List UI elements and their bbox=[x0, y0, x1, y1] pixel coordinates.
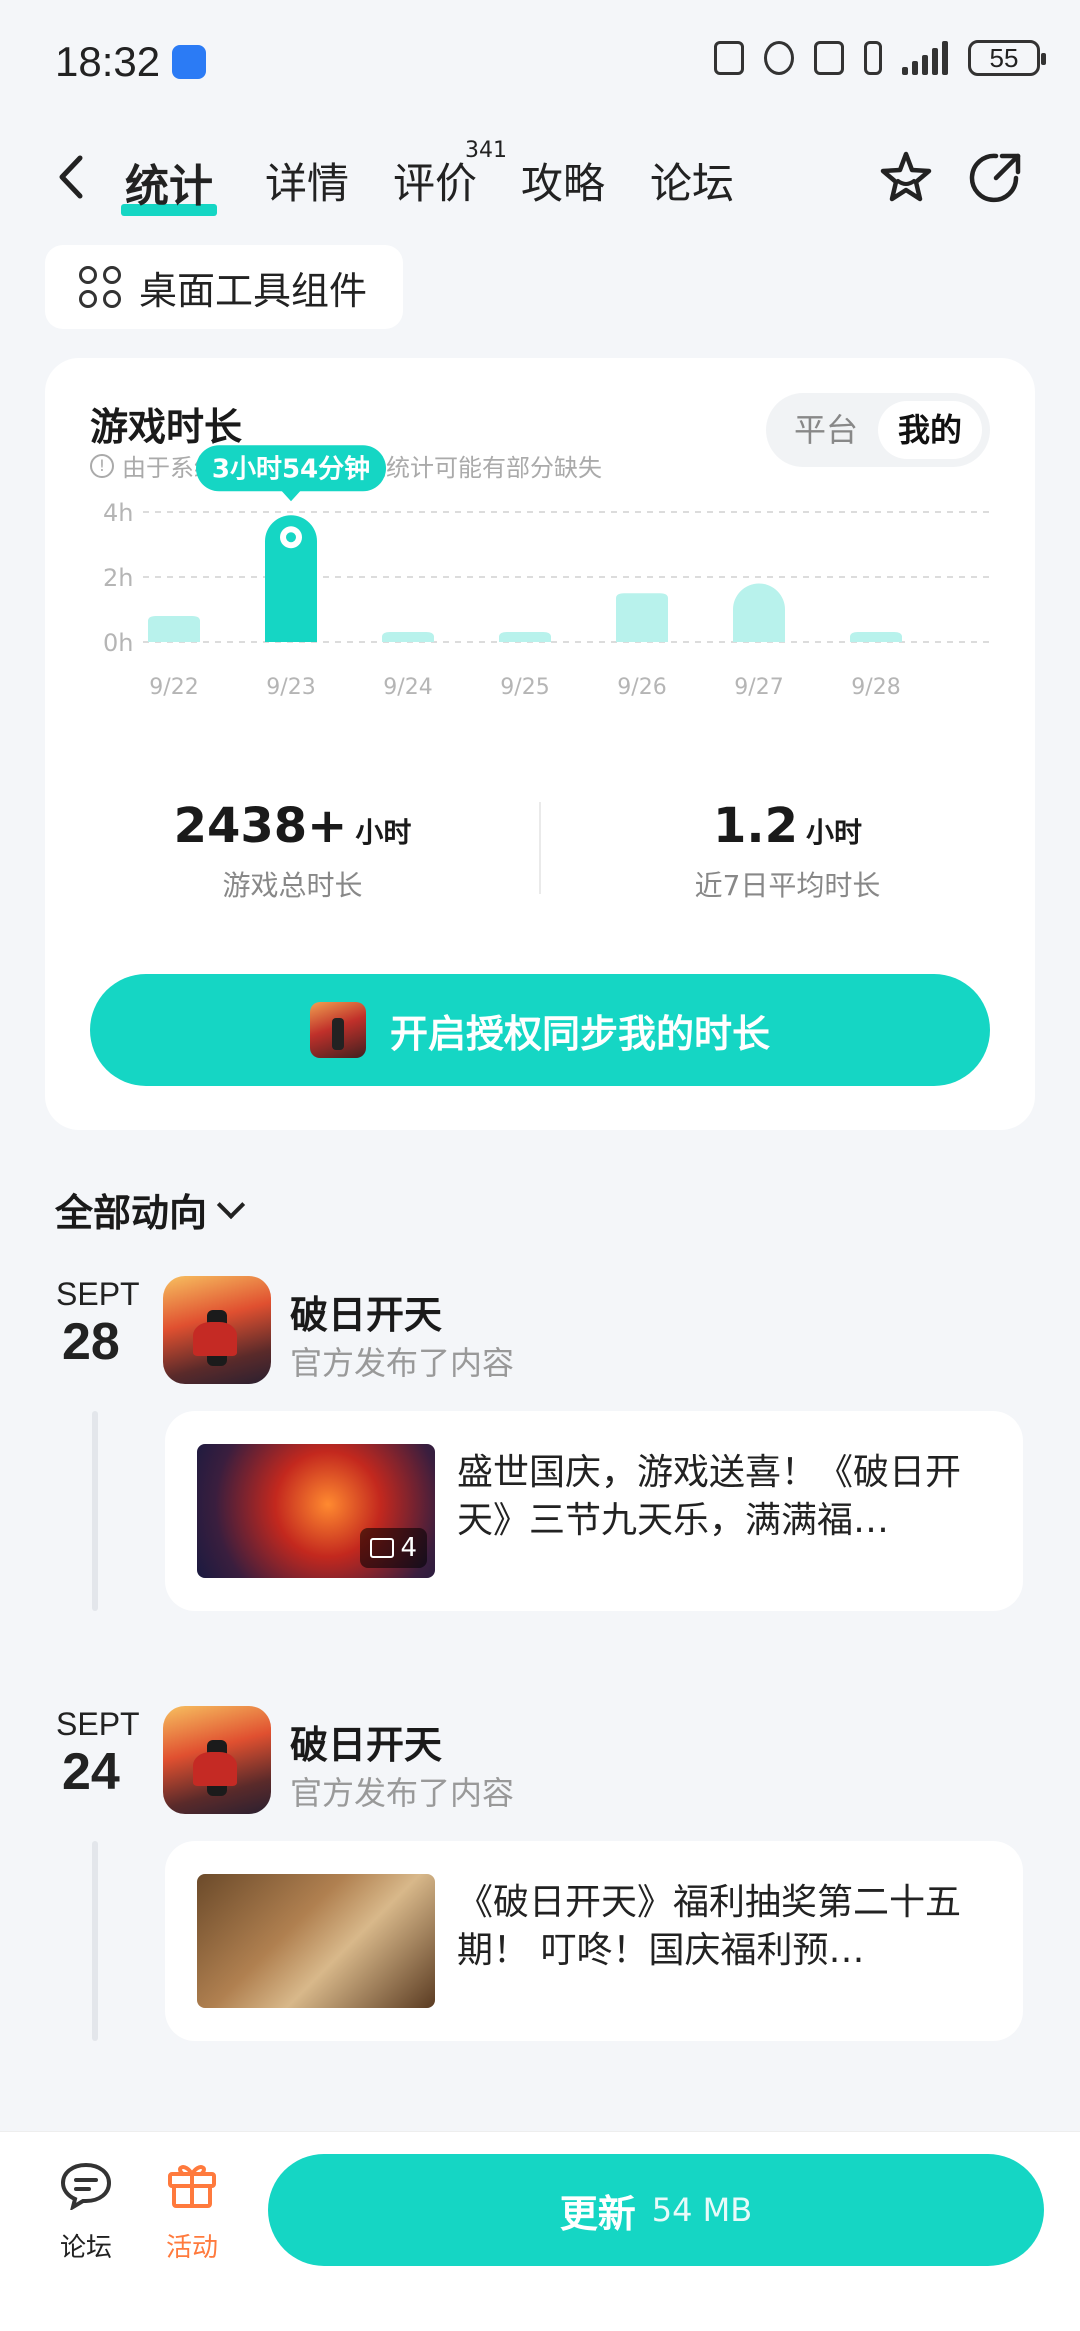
update-size: 54 MB bbox=[651, 2191, 753, 2229]
game-icon-small bbox=[309, 1002, 366, 1058]
chart-tooltip-pointer bbox=[281, 490, 301, 502]
chart-bar bbox=[499, 632, 551, 642]
chart-y-tick: 2h bbox=[103, 564, 133, 592]
playtime-card: 游戏时长 ! 由于系统上报问题，时长统计可能有部分缺失 平台 我的 0h2h4h… bbox=[45, 358, 1035, 1130]
image-count: 4 bbox=[400, 1533, 417, 1563]
tab-details[interactable]: 详情 bbox=[265, 150, 349, 211]
desktop-widget-label: 桌面工具组件 bbox=[139, 268, 368, 313]
chart-x-tick: 9/25 bbox=[500, 675, 549, 700]
playtime-chart: 0h 2h 4h 9/22 9/23 3小时54分钟 9/24 9/25 9/26 9/27 9/2… bbox=[103, 445, 995, 700]
playtime-stats: 2438+ 小时 游戏总时长 1.2 小时 近7日平均时长 bbox=[45, 798, 1035, 918]
back-icon[interactable] bbox=[52, 152, 92, 202]
tab-guides[interactable]: 攻略 bbox=[521, 150, 605, 211]
chart-x-tick: 9/26 bbox=[617, 675, 666, 700]
tab-stats[interactable]: 统计 bbox=[121, 150, 217, 216]
update-button[interactable]: 更新 54 MB bbox=[268, 2154, 1044, 2266]
chart-bar bbox=[382, 632, 434, 642]
image-icon bbox=[370, 1538, 395, 1558]
total-playtime-label: 游戏总时长 bbox=[222, 869, 363, 902]
update-label: 更新 bbox=[559, 2191, 636, 2236]
app-notification-icon bbox=[172, 45, 206, 79]
post-day: 24 bbox=[62, 1743, 120, 1801]
authorize-sync-label: 开启授权同步我的时长 bbox=[389, 1011, 770, 1056]
post-month: SEPT bbox=[56, 1706, 140, 1742]
total-playtime-stat: 2438+ 小时 游戏总时长 bbox=[45, 798, 540, 904]
post-thumbnail[interactable] bbox=[197, 1874, 435, 2008]
post-text: 《破日开天》福利抽奖第二十五期！ 叮咚！国庆福利预… bbox=[457, 1882, 962, 1971]
chevron-down-icon bbox=[216, 1190, 246, 1219]
alarm-icon bbox=[764, 41, 794, 75]
avg-playtime-value: 1.2 bbox=[712, 798, 798, 854]
mic-icon bbox=[864, 41, 882, 75]
post-text: 盛世国庆，游戏送喜！《破日开天》三节九天乐，满满福… bbox=[457, 1452, 962, 1541]
status-bar: 18:32 55 bbox=[0, 0, 1080, 120]
post-day: 28 bbox=[62, 1313, 120, 1371]
timeline-line bbox=[92, 1411, 98, 1611]
bottom-forum-label: 论坛 bbox=[59, 2233, 112, 2263]
nfc-icon bbox=[714, 41, 744, 75]
bottom-forum[interactable]: 论坛 bbox=[46, 2160, 126, 2264]
bottom-activity[interactable]: 活动 bbox=[152, 2160, 232, 2264]
bottom-activity-label: 活动 bbox=[165, 2233, 218, 2263]
image-count-badge: 4 bbox=[360, 1528, 427, 1568]
post-month: SEPT bbox=[56, 1276, 140, 1312]
chart-highlight-dot-inner bbox=[286, 532, 296, 543]
post-card[interactable]: 《破日开天》福利抽奖第二十五期！ 叮咚！国庆福利预… bbox=[165, 1841, 1023, 2041]
avg-playtime-stat: 1.2 小时 近7日平均时长 bbox=[540, 798, 1035, 904]
bluetooth-icon bbox=[814, 41, 844, 75]
post-author[interactable]: 破日开天 bbox=[290, 1284, 442, 1339]
chart-tooltip-text: 3小时54分钟 bbox=[212, 453, 370, 484]
game-avatar[interactable] bbox=[163, 1276, 271, 1384]
chart-y-tick: 0h bbox=[103, 629, 133, 657]
desktop-widget-button[interactable]: 桌面工具组件 bbox=[45, 245, 403, 329]
widget-grid-icon bbox=[79, 266, 121, 308]
post-action: 官方发布了内容 bbox=[290, 1774, 515, 1812]
feed-header: 全部动向 bbox=[55, 1191, 208, 1235]
favorite-star-icon[interactable] bbox=[876, 148, 936, 208]
top-nav: 统计 详情 评价 341 攻略 论坛 bbox=[0, 130, 1080, 230]
chart-x-tick: 9/27 bbox=[734, 675, 783, 700]
total-playtime-unit: 小时 bbox=[355, 816, 412, 849]
gift-icon bbox=[168, 2165, 216, 2208]
chart-x-tick: 9/22 bbox=[149, 675, 198, 700]
chart-y-tick: 4h bbox=[103, 499, 133, 527]
chart-bar bbox=[148, 616, 200, 642]
forum-chat-icon bbox=[60, 2162, 112, 2212]
review-count-badge: 341 bbox=[465, 138, 507, 163]
game-avatar[interactable] bbox=[163, 1706, 271, 1814]
share-icon[interactable] bbox=[966, 148, 1026, 208]
chart-bar bbox=[616, 593, 668, 642]
authorize-sync-button[interactable]: 开启授权同步我的时长 bbox=[90, 974, 990, 1086]
chart-bar bbox=[733, 583, 785, 642]
avg-playtime-unit: 小时 bbox=[806, 816, 863, 849]
status-time: 18:32 bbox=[55, 38, 161, 85]
chart-bar bbox=[850, 632, 902, 642]
battery-indicator: 55 bbox=[968, 40, 1046, 76]
avg-playtime-label: 近7日平均时长 bbox=[694, 869, 881, 902]
post-thumbnail[interactable]: 4 bbox=[197, 1444, 435, 1578]
post-author[interactable]: 破日开天 bbox=[290, 1714, 442, 1769]
chart-x-tick: 9/23 bbox=[266, 675, 315, 700]
signal-icon bbox=[902, 41, 948, 75]
feed-post: SEPT 28 破日开天 官方发布了内容 4 盛世国庆，游戏送喜！《破日开天》三… bbox=[0, 1276, 1080, 1616]
bottom-bar: 论坛 活动 更新 54 MB bbox=[0, 2131, 1080, 2331]
chart-x-tick: 9/28 bbox=[851, 675, 900, 700]
feed-filter-dropdown[interactable]: 全部动向 bbox=[55, 1182, 246, 1237]
tab-forum[interactable]: 论坛 bbox=[650, 150, 734, 211]
feed-post: SEPT 24 破日开天 官方发布了内容 《破日开天》福利抽奖第二十五期！ 叮咚… bbox=[0, 1706, 1080, 2046]
timeline-line bbox=[92, 1841, 98, 2041]
post-card[interactable]: 4 盛世国庆，游戏送喜！《破日开天》三节九天乐，满满福… bbox=[165, 1411, 1023, 1611]
total-playtime-value: 2438+ bbox=[173, 798, 348, 854]
chart-x-tick: 9/24 bbox=[383, 675, 432, 700]
post-action: 官方发布了内容 bbox=[290, 1344, 515, 1382]
